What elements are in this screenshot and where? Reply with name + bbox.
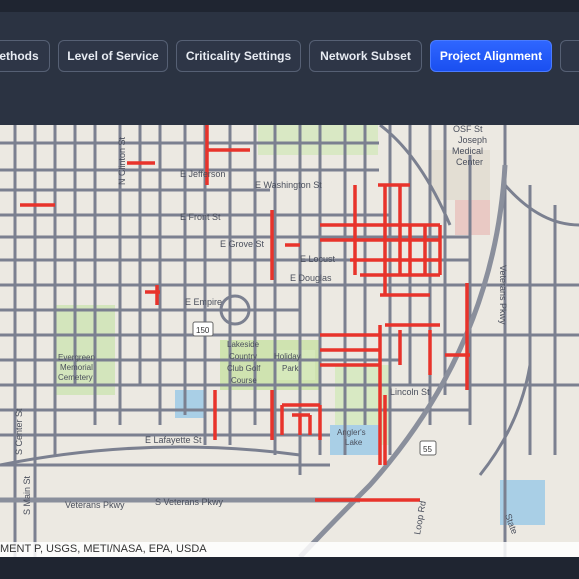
label-lakeside-3: Club Golf xyxy=(227,364,261,373)
label-osf-3: Medical xyxy=(452,146,483,156)
route-150-shield: 150 xyxy=(192,321,214,337)
label-center-st: S Center St xyxy=(14,408,24,455)
label-loop-rd: Loop Rd xyxy=(412,500,428,535)
label-evergreen-1: Evergreen xyxy=(58,353,95,362)
label-locust: E Locust xyxy=(300,254,336,264)
label-veterans-w: Veterans Pkwy xyxy=(65,500,125,510)
label-lincoln: Lincoln St xyxy=(390,387,430,397)
top-strip xyxy=(0,0,579,12)
map-attribution: MENT P, USGS, METI/NASA, EPA, USDA xyxy=(0,542,579,557)
toolbar: ethods Level of Service Criticality Sett… xyxy=(0,12,579,125)
label-lakeside-1: Lakeside xyxy=(227,340,260,349)
svg-text:55: 55 xyxy=(423,445,432,454)
hospital-block xyxy=(455,200,490,235)
label-washington: E Washington St xyxy=(255,180,322,190)
label-evergreen-2: Memorial xyxy=(60,363,93,372)
label-front: E Front St xyxy=(180,212,221,222)
label-jefferson: E Jefferson xyxy=(180,169,225,179)
label-holiday-1: Holiday xyxy=(274,352,301,361)
bottom-bar xyxy=(0,557,579,579)
pond xyxy=(175,390,205,418)
tab-project-alignment[interactable]: Project Alignment xyxy=(430,40,552,72)
tab-level-of-service[interactable]: Level of Service xyxy=(58,40,168,72)
label-douglas: E Douglas xyxy=(290,273,332,283)
svg-text:150: 150 xyxy=(196,326,210,335)
label-anglers-1: Angler's xyxy=(337,428,366,437)
label-osf-4: Center xyxy=(456,157,483,167)
label-holiday-2: Park xyxy=(282,364,299,373)
tab-criticality-settings[interactable]: Criticality Settings xyxy=(176,40,301,72)
tab-methods[interactable]: ethods xyxy=(0,40,50,72)
label-clinton: N Clinton St xyxy=(117,136,127,185)
map-canvas[interactable]: OSF St Joseph Medical Center E Washingto… xyxy=(0,125,579,557)
label-lafayette: E Lafayette St xyxy=(145,435,202,445)
label-anglers-2: Lake xyxy=(345,438,363,447)
label-veterans-s: S Veterans Pkwy xyxy=(155,497,224,507)
label-grove: E Grove St xyxy=(220,239,265,249)
tab-next[interactable] xyxy=(560,40,579,72)
label-empire: E Empire xyxy=(185,297,222,307)
map-view[interactable]: OSF St Joseph Medical Center E Washingto… xyxy=(0,125,579,557)
label-main-st: S Main St xyxy=(22,475,32,515)
tab-network-subset[interactable]: Network Subset xyxy=(309,40,422,72)
label-lakeside-2: Country xyxy=(229,352,257,361)
label-osf-1: OSF St xyxy=(453,125,483,134)
label-osf-2: Joseph xyxy=(458,135,487,145)
label-veterans-n: Veterans Pkwy xyxy=(498,265,508,325)
label-lakeside-4: Course xyxy=(231,376,257,385)
label-evergreen-3: Cemetery xyxy=(58,373,93,382)
route-55-shield: 55 xyxy=(419,440,437,456)
